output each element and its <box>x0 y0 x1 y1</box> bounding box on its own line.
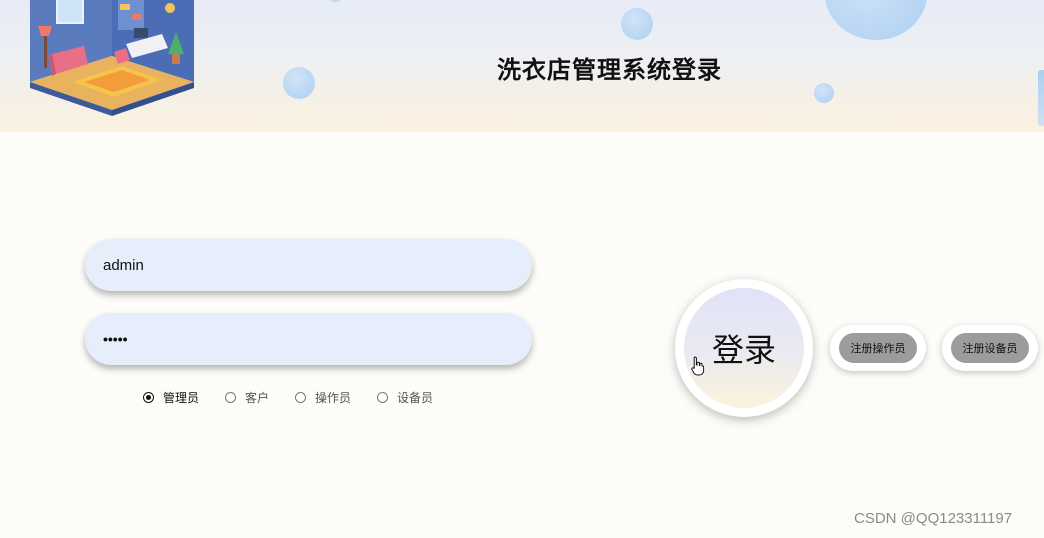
watermark: CSDN @QQ123311197 <box>854 510 1013 527</box>
decorative-bubble <box>283 67 315 99</box>
decorative-bubble <box>814 83 834 103</box>
register-operator-button[interactable]: 注册操作员 <box>839 333 917 363</box>
password-value: ••••• <box>103 331 128 347</box>
hand-pointer-icon <box>691 356 705 376</box>
decorative-bubble <box>621 8 653 40</box>
radio-unchecked-icon[interactable] <box>225 391 237 403</box>
room-illustration <box>30 0 194 116</box>
login-button[interactable]: 登录 <box>684 288 804 408</box>
page-title: 洗衣店管理系统登录 <box>497 56 722 84</box>
username-value: admin <box>103 256 144 274</box>
radio-unchecked-icon[interactable] <box>377 391 389 403</box>
role-label: 管理员 <box>163 390 200 405</box>
header-banner: 洗衣店管理系统登录 <box>0 0 1044 132</box>
role-option-operator[interactable]: 操作员 <box>295 389 351 406</box>
role-label: 操作员 <box>315 390 352 405</box>
username-field[interactable]: admin <box>85 239 532 291</box>
decorative-bubble <box>825 0 927 40</box>
role-option-customer[interactable]: 客户 <box>225 389 269 406</box>
role-radio-group: 管理员 客户 操作员 设备员 <box>143 388 459 406</box>
password-field[interactable]: ••••• <box>85 313 532 365</box>
decorative-bubble <box>328 0 342 2</box>
decorative-edge-bar <box>1038 70 1044 126</box>
radio-checked-icon[interactable] <box>143 391 154 403</box>
role-label: 客户 <box>245 390 270 405</box>
register-device-button[interactable]: 注册设备员 <box>951 333 1029 363</box>
role-label: 设备员 <box>397 390 434 405</box>
role-option-device-staff[interactable]: 设备员 <box>377 389 433 406</box>
radio-unchecked-icon[interactable] <box>295 391 307 403</box>
login-page: 洗衣店管理系统登录 admin ••••• 管理员 客户 操作员 设备员 登录 … <box>0 0 1044 538</box>
role-option-admin[interactable]: 管理员 <box>143 389 199 406</box>
